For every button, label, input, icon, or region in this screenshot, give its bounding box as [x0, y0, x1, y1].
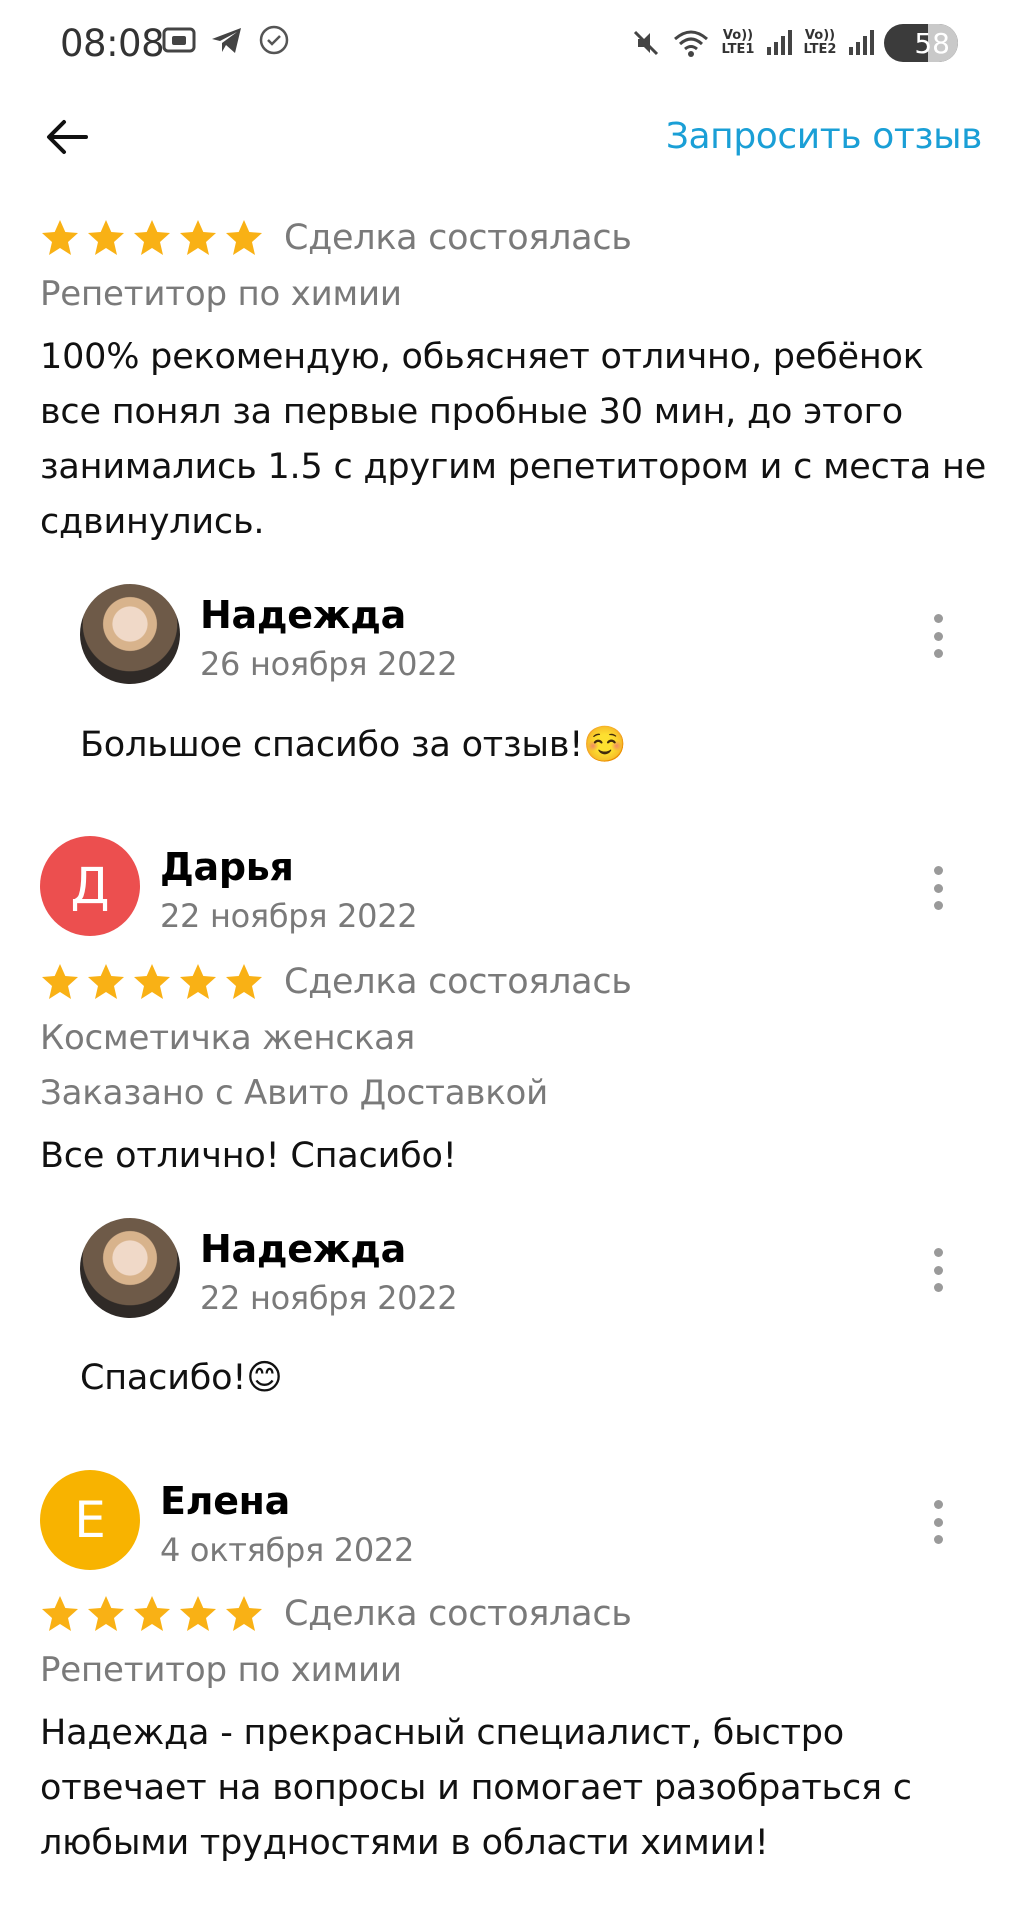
star-icon: [180, 220, 216, 255]
star-icon: [226, 1596, 262, 1631]
review-author: Елена: [160, 1479, 290, 1523]
reply-text: Большое спасибо за отзыв!☺️: [80, 725, 627, 765]
deal-status: Сделка состоялась: [284, 218, 632, 258]
rating-stars: Сделка состоялась: [40, 962, 632, 1002]
star-icon: [180, 1596, 216, 1631]
status-right-icons: Vo)) LTE1 Vo)) LTE2 58: [630, 24, 958, 62]
check-circle-icon: [259, 25, 289, 55]
volte1-label: Vo)) LTE1: [721, 28, 755, 57]
review-date: 22 ноября 2022: [160, 897, 418, 935]
volte2-label: Vo)) LTE2: [803, 28, 837, 57]
status-left-icons: [162, 24, 290, 56]
star-icon: [88, 964, 124, 999]
review-item: Репетитор по химии: [40, 274, 402, 314]
review-item: Косметичка женская: [40, 1018, 416, 1058]
star-icon: [226, 220, 262, 255]
arrow-left-icon[interactable]: [42, 112, 92, 162]
deal-status: Сделка состоялась: [284, 962, 632, 1002]
star-icon: [42, 964, 78, 999]
signal2-icon: [849, 30, 874, 55]
more-vertical-icon[interactable]: [923, 1500, 953, 1544]
telegram-icon: [212, 28, 241, 53]
star-icon: [88, 220, 124, 255]
review-text: Надежда - прекрасный специалист, быстро …: [40, 1713, 912, 1863]
reply-author: Надежда: [200, 593, 406, 637]
star-icon: [42, 1596, 78, 1631]
review-item: Репетитор по химии: [40, 1650, 402, 1690]
delivery-info: Заказано с Авито Доставкой: [40, 1073, 549, 1113]
reply-date: 22 ноября 2022: [200, 1279, 458, 1317]
wifi-icon: [674, 30, 708, 57]
avatar[interactable]: Е: [40, 1470, 140, 1570]
request-review-button[interactable]: Запросить отзыв: [666, 116, 983, 157]
battery-indicator: 58: [884, 24, 958, 62]
star-icon: [134, 1596, 170, 1631]
star-icon: [134, 220, 170, 255]
avatar[interactable]: [80, 584, 180, 684]
more-vertical-icon[interactable]: [923, 866, 953, 910]
more-vertical-icon[interactable]: [923, 1248, 953, 1292]
mute-icon: [633, 30, 659, 56]
screenshot-icon: [162, 27, 196, 53]
star-icon: [42, 220, 78, 255]
star-icon: [180, 964, 216, 999]
review-author: Дарья: [160, 845, 294, 889]
more-vertical-icon[interactable]: [923, 614, 953, 658]
reply-date: 26 ноября 2022: [200, 645, 458, 683]
rating-stars: Сделка состоялась: [40, 1594, 632, 1634]
deal-status: Сделка состоялась: [284, 1594, 632, 1634]
battery-level-text: 58: [914, 26, 950, 60]
review-date: 4 октября 2022: [160, 1531, 415, 1569]
reply-text: Спасибо!😊: [80, 1358, 283, 1398]
star-icon: [226, 964, 262, 999]
star-icon: [134, 964, 170, 999]
review-text: Все отлично! Спасибо!: [40, 1136, 457, 1176]
reply-author: Надежда: [200, 1227, 406, 1271]
avatar[interactable]: [80, 1218, 180, 1318]
avatar[interactable]: Д: [40, 836, 140, 936]
status-time: 08:08: [60, 22, 165, 65]
rating-stars: Сделка состоялась: [40, 218, 632, 258]
review-text: 100% рекомендую, обьясняет отлично, ребё…: [40, 337, 987, 542]
signal1-icon: [767, 30, 792, 55]
star-icon: [88, 1596, 124, 1631]
